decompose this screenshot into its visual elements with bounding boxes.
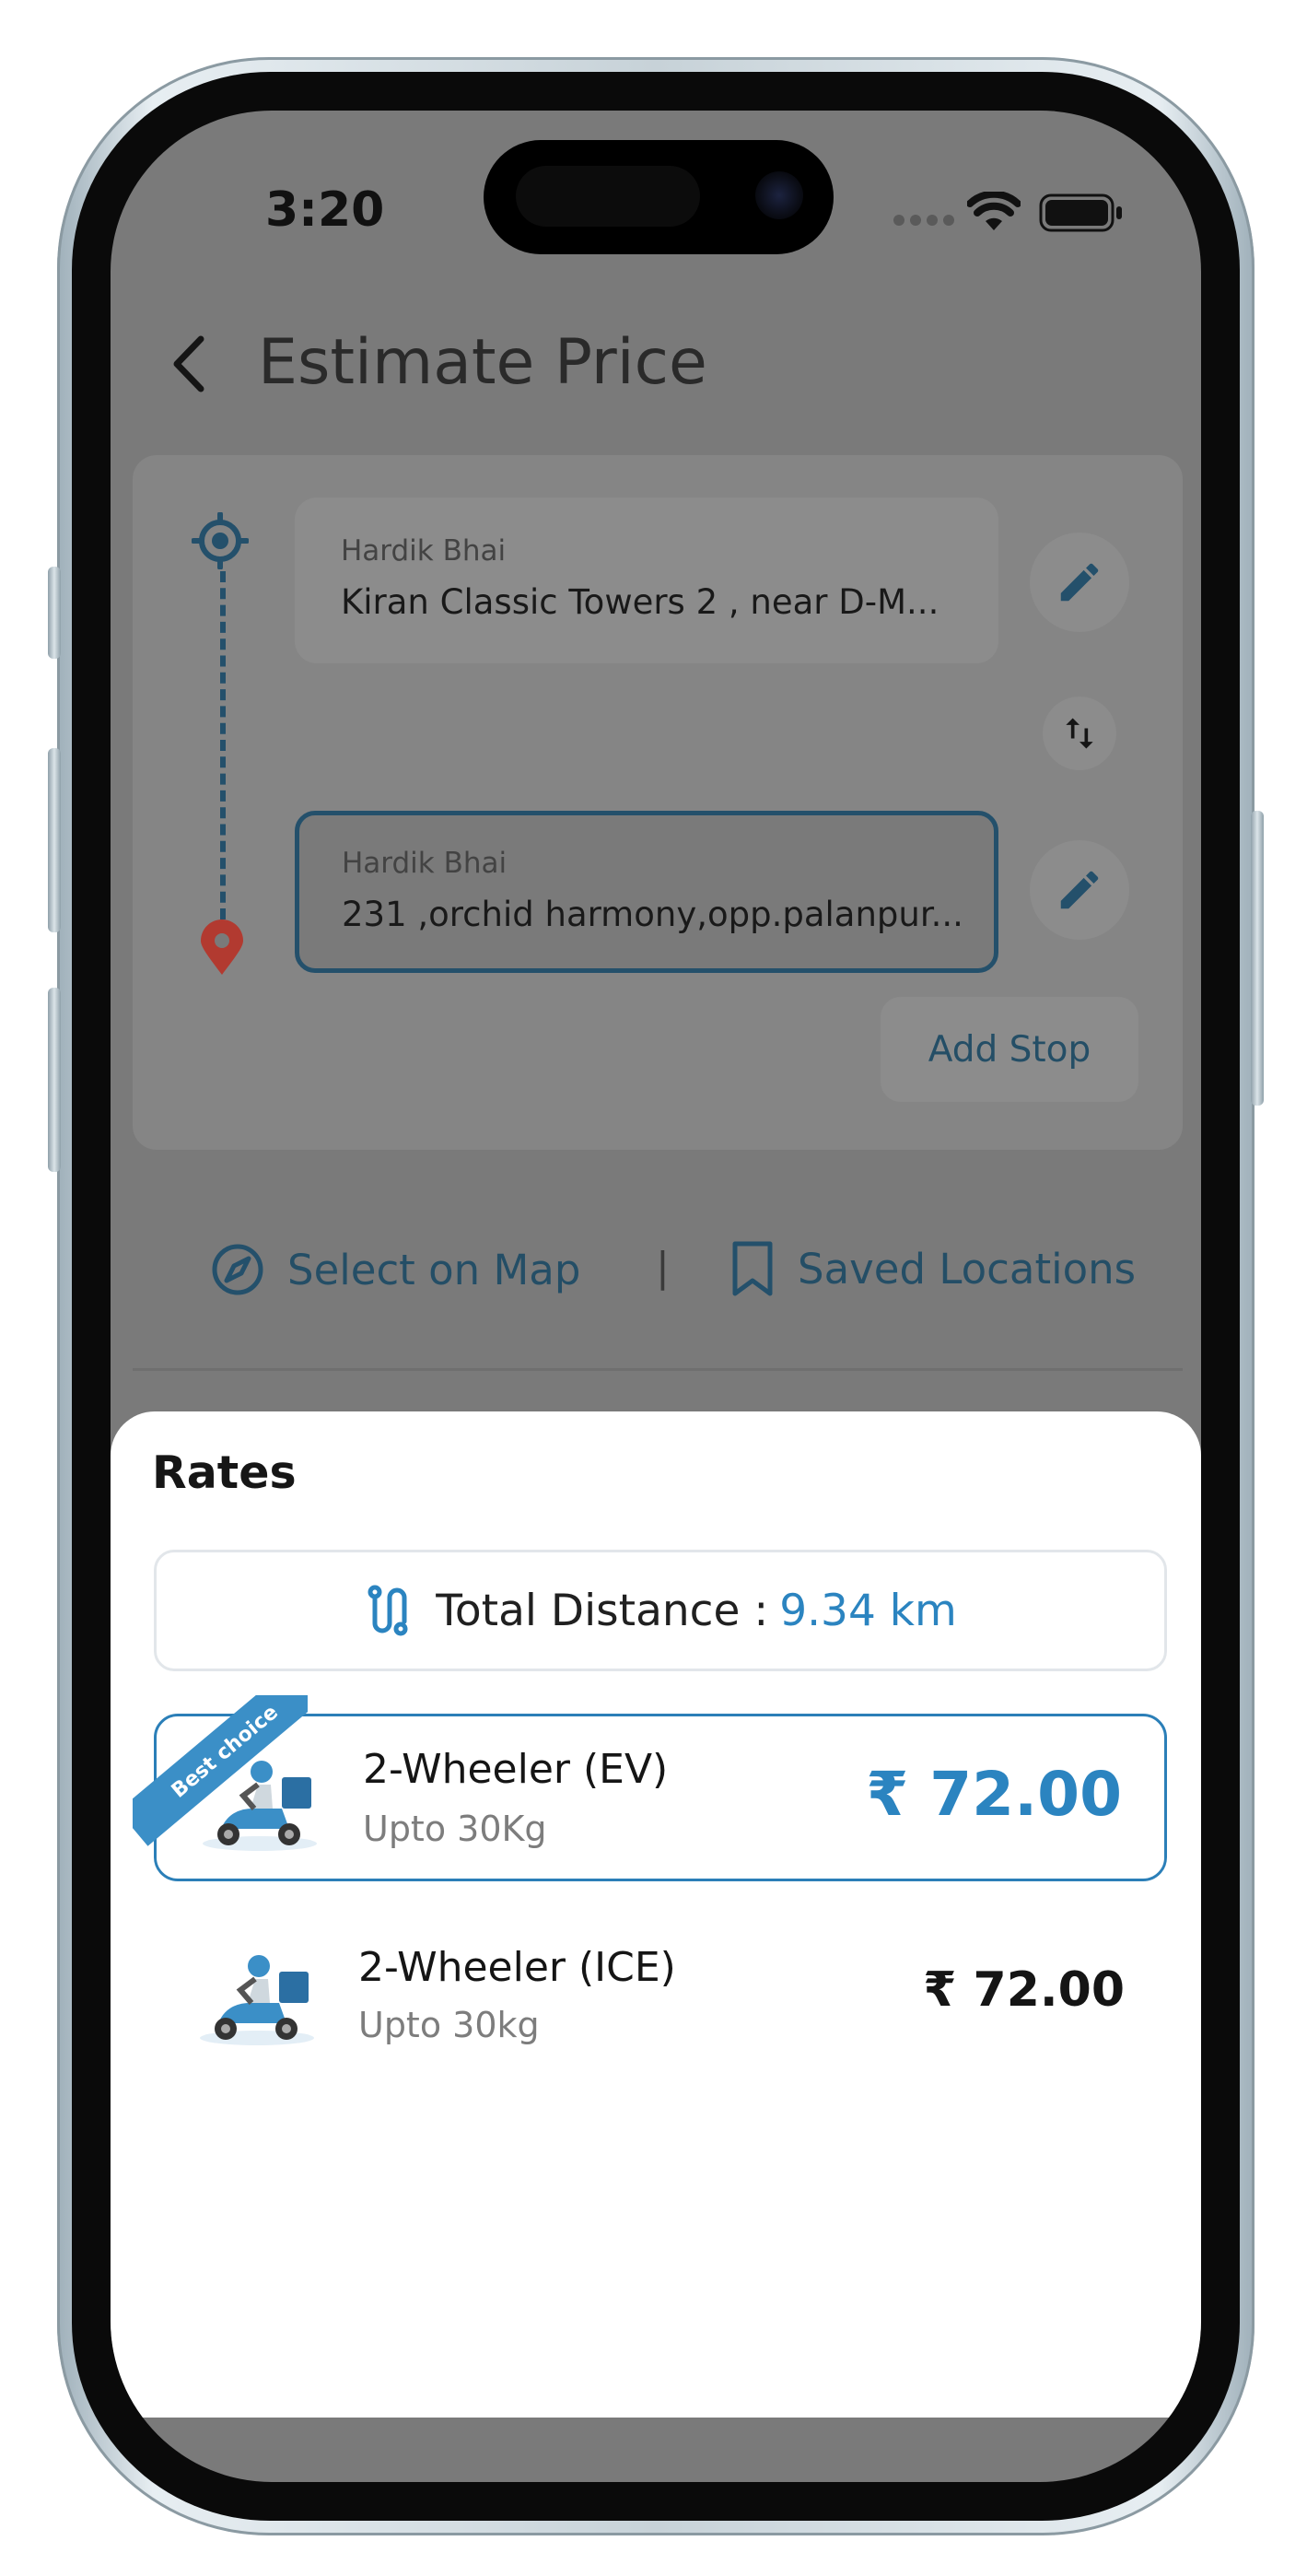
page-title: Estimate Price [258,326,707,399]
edit-pickup-button[interactable] [1030,533,1129,632]
pencil-icon [1060,871,1099,909]
volume-down-button [48,988,61,1172]
vehicle-title-ev: 2-Wheeler (EV) [363,1746,669,1793]
select-on-map-link[interactable]: Select on Map [210,1242,580,1297]
drop-pin-icon [199,919,245,980]
saved-locations-link[interactable]: Saved Locations [729,1240,1136,1297]
actions-divider: | [656,1244,670,1291]
edit-drop-button[interactable] [1030,840,1129,940]
swap-route-button[interactable] [1043,697,1116,770]
vehicle-capacity-ev: Upto 30Kg [363,1809,547,1849]
compass-icon [212,1244,263,1295]
vehicle-price-ev: ₹ 72.00 [866,1759,1122,1830]
vehicle-title-ice: 2-Wheeler (ICE) [358,1944,676,1991]
back-arrow-icon[interactable] [166,332,212,400]
drop-contact-name: Hardik Bhai [342,847,508,880]
distance-value: 9.34 km [779,1585,957,1636]
vehicle-capacity-ice: Upto 30kg [358,2005,540,2045]
action-button [48,567,61,659]
vehicle-price-ice: ₹ 72.00 [923,1962,1125,2018]
saved-locations-label: Saved Locations [798,1244,1137,1294]
island-sensor [516,166,700,227]
route-icon [368,1585,408,1636]
distance-label: Total Distance : [436,1585,769,1636]
pickup-field[interactable]: Hardik Bhai Kiran Classic Towers 2 , nea… [295,498,998,663]
bookmark-icon [732,1241,773,1296]
phone-screen: 3:20 Estimate Price Hardik Bhai Kiran Cl… [111,111,1201,2482]
wifi-icon [966,190,1021,236]
volume-up-button [48,748,61,932]
select-on-map-label: Select on Map [287,1245,581,1294]
cellular-signal-icon [892,212,956,232]
drop-address: 231 ,orchid harmony,opp.palanpur... [342,895,963,934]
drop-field[interactable]: Hardik Bhai 231 ,orchid harmony,opp.pala… [295,811,998,973]
best-choice-ribbon-clip: Best choice [133,1695,308,1870]
vehicle-option-ice[interactable]: 2-Wheeler (ICE) Upto 30kg ₹ 72.00 [154,1905,1167,2080]
section-divider [133,1368,1183,1371]
status-time: 3:20 [265,182,385,238]
pickup-target-icon [191,511,250,573]
battery-icon [1039,193,1124,236]
swap-vertical-icon [1066,718,1093,749]
front-camera [755,171,803,219]
scooter-ice-illustration [191,1938,320,2053]
side-button [1251,811,1264,1106]
route-dotted-line [220,571,226,919]
best-choice-badge: Best choice [133,1695,308,1846]
total-distance-box: Total Distance : 9.34 km [154,1550,1167,1671]
rates-title: Rates [152,1446,297,1499]
pickup-contact-name: Hardik Bhai [341,534,507,568]
pickup-address: Kiran Classic Towers 2 , near D-M... [341,582,939,622]
pencil-icon [1060,563,1099,602]
add-stop-button[interactable]: Add Stop [881,997,1138,1102]
